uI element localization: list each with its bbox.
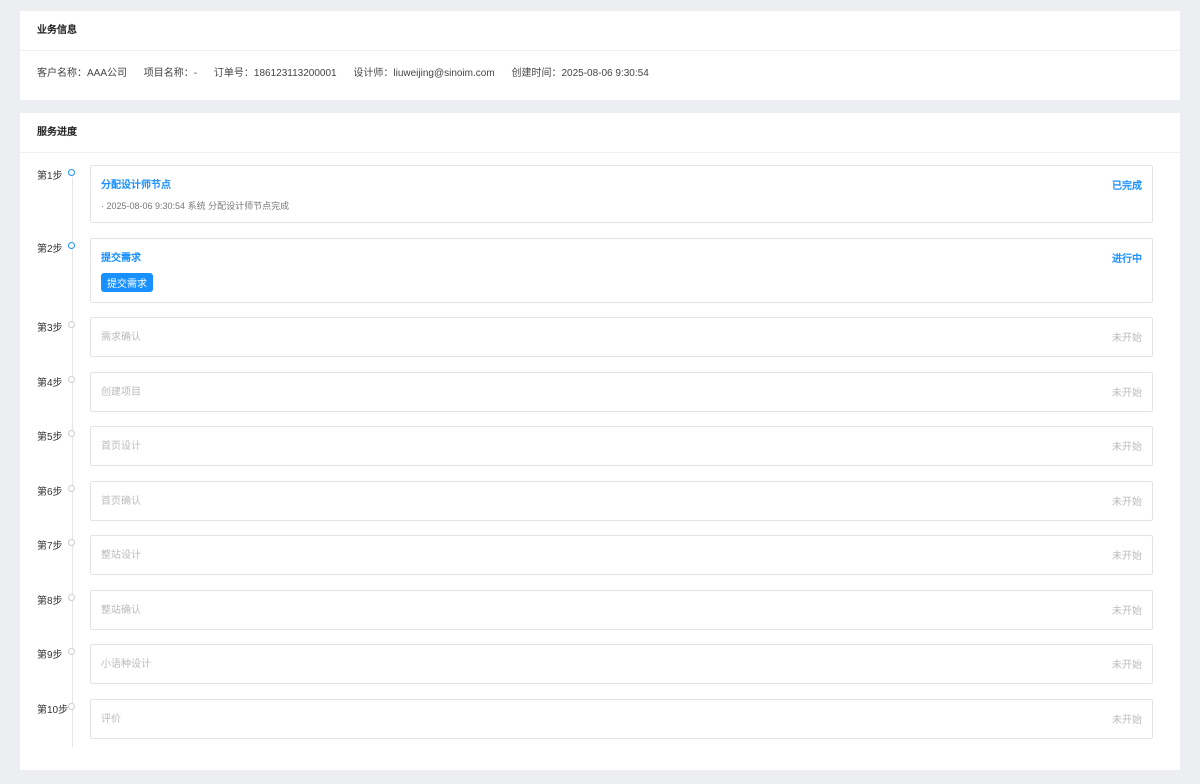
service-progress-panel: 服务进度 第1步 分配设计师节点 已完成 · 2025-08-06 9:30:54 系… <box>20 113 1180 770</box>
step-dot-icon <box>68 321 75 328</box>
service-progress-title: 服务进度 <box>20 113 1180 153</box>
project-name: 项目名称：- <box>143 68 198 79</box>
step-card: 整站设计 未开始 <box>90 535 1153 575</box>
step-title: 小语种设计 <box>101 659 151 670</box>
step-dot-icon <box>68 648 75 655</box>
step-dot-icon <box>68 375 75 383</box>
step-card: 首页确认 未开始 <box>90 480 1153 521</box>
step-status: 未开始 <box>1112 442 1142 453</box>
step-status: 未开始 <box>1112 551 1142 562</box>
created-time: 创建时间：2025-08-06 9:30:54 <box>511 68 649 79</box>
step-status: 进行中 <box>1112 253 1142 265</box>
step-card: 创建项目 未开始 <box>90 371 1153 412</box>
step-label: 第2步 <box>37 243 63 255</box>
step-card: 需求确认 未开始 <box>90 317 1153 357</box>
timeline-step: 第5步 首页设计 未开始 <box>37 426 1153 466</box>
step-dot-icon <box>68 430 75 437</box>
step-card: 整站确认 未开始 <box>90 589 1153 630</box>
designer: 设计师：liuweijing@sinoim.com <box>353 68 495 79</box>
step-log: · 2025-08-06 9:30:54 系统 分配设计师节点完成 <box>101 201 290 211</box>
step-label: 第3步 <box>37 323 63 334</box>
business-info-title: 业务信息 <box>20 11 1180 51</box>
step-status: 已完成 <box>1112 181 1142 192</box>
step-status: 未开始 <box>1112 496 1142 508</box>
step-status: 未开始 <box>1112 333 1142 344</box>
timeline-step: 第6步 首页确认 未开始 <box>37 480 1153 521</box>
timeline-step: 第8步 整站确认 未开始 <box>37 589 1153 630</box>
step-title: 提交需求 <box>101 252 141 264</box>
step-dot-icon <box>68 539 75 546</box>
step-label: 第8步 <box>37 595 63 607</box>
step-card: 小语种设计 未开始 <box>90 644 1153 684</box>
step-label: 第7步 <box>37 541 63 552</box>
timeline-step: 第7步 整站设计 未开始 <box>37 535 1153 575</box>
step-label: 第10步 <box>37 704 69 716</box>
step-title: 分配设计师节点 <box>101 180 171 191</box>
step-title: 首页设计 <box>101 441 141 452</box>
customer-name: 客户名称：AAA公司 <box>37 68 128 79</box>
step-label: 第1步 <box>37 171 63 182</box>
step-status: 未开始 <box>1112 387 1142 399</box>
timeline-step: 第9步 小语种设计 未开始 <box>37 644 1153 684</box>
submit-requirements-button[interactable]: 提交需求 <box>101 272 153 292</box>
order-number: 订单号：186123113200001 <box>213 68 337 79</box>
step-status: 未开始 <box>1112 660 1142 671</box>
step-title: 需求确认 <box>101 332 141 343</box>
step-card: 提交需求 进行中 提交需求 <box>90 237 1153 303</box>
timeline-step: 第3步 需求确认 未开始 <box>37 317 1153 357</box>
step-dot-icon <box>68 702 75 710</box>
timeline: 第1步 分配设计师节点 已完成 · 2025-08-06 9:30:54 系统 分配设… <box>20 153 1180 747</box>
step-card: 首页设计 未开始 <box>90 426 1153 466</box>
step-status: 未开始 <box>1112 714 1142 726</box>
step-label: 第4步 <box>37 377 63 389</box>
timeline-step: 第1步 分配设计师节点 已完成 · 2025-08-06 9:30:54 系统 分配设… <box>37 165 1153 223</box>
step-label: 第5步 <box>37 432 63 443</box>
step-title: 整站确认 <box>101 604 141 616</box>
timeline-step: 第2步 提交需求 进行中 提交需求 <box>37 237 1153 303</box>
step-dot-icon <box>68 484 75 492</box>
step-label: 第9步 <box>37 650 63 661</box>
step-card: 评价 未开始 <box>90 698 1153 739</box>
step-dot-icon <box>68 169 75 176</box>
step-title: 创建项目 <box>101 386 141 398</box>
timeline-step: 第10步 评价 未开始 <box>37 698 1153 739</box>
step-status: 未开始 <box>1112 605 1142 617</box>
timeline-step: 第4步 创建项目 未开始 <box>37 371 1153 412</box>
step-label: 第6步 <box>37 486 63 498</box>
business-info-fields: 客户名称：AAA公司 项目名称：- 订单号：186123113200001 设计… <box>20 51 1180 97</box>
step-card: 分配设计师节点 已完成 · 2025-08-06 9:30:54 系统 分配设计师节… <box>90 165 1153 223</box>
timeline-line <box>72 177 73 747</box>
step-title: 整站设计 <box>101 550 141 561</box>
business-info-panel: 业务信息 客户名称：AAA公司 项目名称：- 订单号：1861231132000… <box>20 11 1180 100</box>
step-title: 首页确认 <box>101 495 141 507</box>
step-dot-icon <box>68 593 75 601</box>
step-dot-icon <box>68 241 75 249</box>
step-title: 评价 <box>101 713 121 725</box>
